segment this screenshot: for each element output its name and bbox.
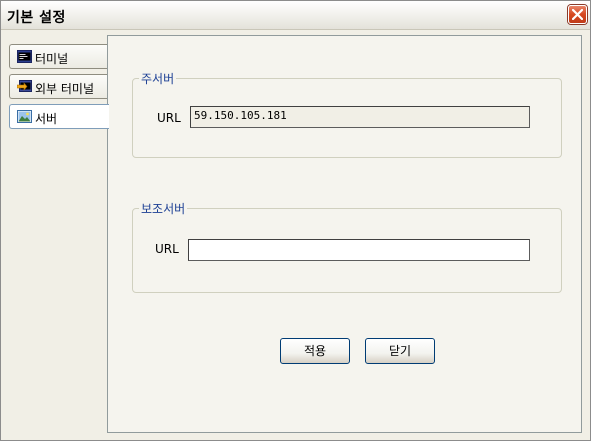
tab-external-terminal-label: 외부 터미널 bbox=[35, 82, 95, 96]
backup-server-legend: 보조서버 bbox=[139, 200, 188, 217]
settings-dialog: 기본 설정 터미널 외부 터미널 서버 주서버 URL 59.150.105.1… bbox=[0, 0, 591, 441]
tab-external-terminal[interactable]: 외부 터미널 bbox=[9, 74, 107, 99]
tab-server[interactable]: 서버 bbox=[9, 104, 109, 129]
tab-terminal[interactable]: 터미널 bbox=[9, 44, 107, 69]
apply-button[interactable]: 적용 bbox=[280, 338, 350, 364]
main-server-group: 주서버 URL 59.150.105.181 bbox=[132, 70, 562, 158]
server-settings-panel: 주서버 URL 59.150.105.181 보조서버 URL 적용 닫기 bbox=[107, 35, 582, 433]
window-title: 기본 설정 bbox=[7, 10, 66, 26]
backup-server-url-label: URL bbox=[155, 242, 179, 256]
tab-terminal-label: 터미널 bbox=[35, 52, 69, 66]
close-window-button[interactable] bbox=[568, 5, 587, 24]
main-server-url-label: URL bbox=[157, 111, 181, 125]
close-x-icon bbox=[572, 9, 583, 20]
tab-server-label: 서버 bbox=[35, 112, 58, 126]
main-server-legend: 주서버 bbox=[139, 70, 177, 87]
main-server-url-input[interactable]: 59.150.105.181 bbox=[190, 106, 530, 128]
backup-server-group: 보조서버 URL bbox=[132, 200, 562, 293]
backup-server-url-input[interactable] bbox=[188, 239, 530, 261]
external-terminal-icon bbox=[17, 80, 32, 92]
server-image-icon bbox=[17, 110, 32, 123]
title-bar[interactable]: 기본 설정 bbox=[1, 1, 590, 30]
terminal-icon bbox=[17, 50, 32, 63]
close-button[interactable]: 닫기 bbox=[365, 338, 435, 364]
